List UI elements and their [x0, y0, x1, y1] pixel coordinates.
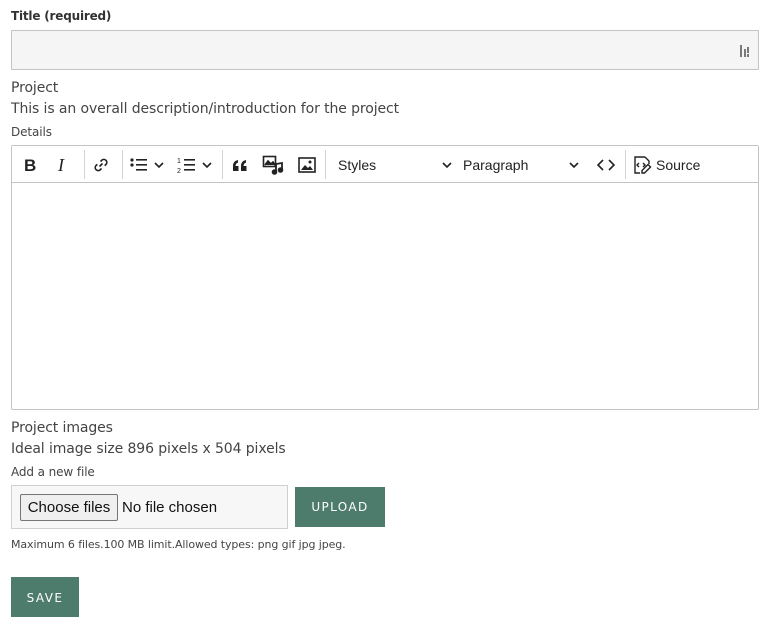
svg-text:1: 1: [177, 158, 181, 165]
file-input[interactable]: Choose files No file chosen: [11, 485, 288, 529]
project-images-label: Project images: [11, 420, 113, 436]
toolbar-separator: [625, 150, 626, 179]
block-quote-icon[interactable]: [229, 146, 251, 183]
add-file-label: Add a new file: [11, 465, 95, 479]
details-label: Details: [11, 125, 52, 139]
toolbar-separator: [122, 150, 123, 179]
editor-content-area[interactable]: [12, 183, 758, 409]
media-embed-icon[interactable]: [261, 146, 285, 183]
insert-image-icon[interactable]: [296, 146, 318, 183]
code-icon[interactable]: [595, 146, 617, 183]
chevron-down-icon[interactable]: [152, 146, 166, 183]
toolbar-separator: [84, 150, 85, 179]
upload-button[interactable]: UPLOAD: [295, 487, 385, 527]
source-button[interactable]: Source: [632, 146, 704, 183]
file-help-text: Maximum 6 files.100 MB limit.Allowed typ…: [11, 538, 346, 551]
title-input[interactable]: [12, 31, 758, 69]
save-button[interactable]: SAVE: [11, 577, 79, 617]
svg-text:I: I: [57, 157, 65, 173]
numbered-list-icon[interactable]: 1 2: [176, 146, 198, 183]
chevron-down-icon: [442, 161, 452, 168]
bold-icon[interactable]: B: [18, 146, 42, 183]
svg-text:B: B: [24, 157, 36, 173]
svg-text:2: 2: [177, 168, 181, 174]
details-editor: B I 1 2 Styles Paragraph Source: [11, 145, 759, 410]
styles-dropdown[interactable]: Styles: [330, 146, 454, 183]
title-label: Title (required): [11, 9, 112, 23]
heading-dropdown[interactable]: Paragraph: [455, 146, 581, 183]
toolbar-separator: [222, 150, 223, 179]
toolbar-separator: [325, 150, 326, 179]
project-description: This is an overall description/introduct…: [11, 101, 399, 117]
project-label: Project: [11, 80, 59, 96]
chevron-down-icon: [569, 161, 579, 168]
styles-dropdown-label: Styles: [338, 156, 377, 173]
image-size-hint: Ideal image size 896 pixels x 504 pixels: [11, 441, 286, 457]
title-field[interactable]: [11, 30, 759, 70]
password-manager-icon[interactable]: [738, 43, 752, 59]
link-icon[interactable]: [90, 146, 112, 183]
choose-files-button[interactable]: Choose files: [20, 494, 118, 521]
save-button-label: SAVE: [26, 591, 64, 605]
source-label: Source: [656, 156, 701, 173]
source-icon: [634, 155, 652, 174]
editor-toolbar: B I 1 2 Styles Paragraph Source: [12, 146, 758, 183]
heading-dropdown-label: Paragraph: [463, 156, 529, 173]
chevron-down-icon[interactable]: [200, 146, 214, 183]
bulleted-list-icon[interactable]: [128, 146, 150, 183]
italic-icon[interactable]: I: [51, 146, 73, 183]
no-file-chosen-text: No file chosen: [122, 499, 218, 516]
